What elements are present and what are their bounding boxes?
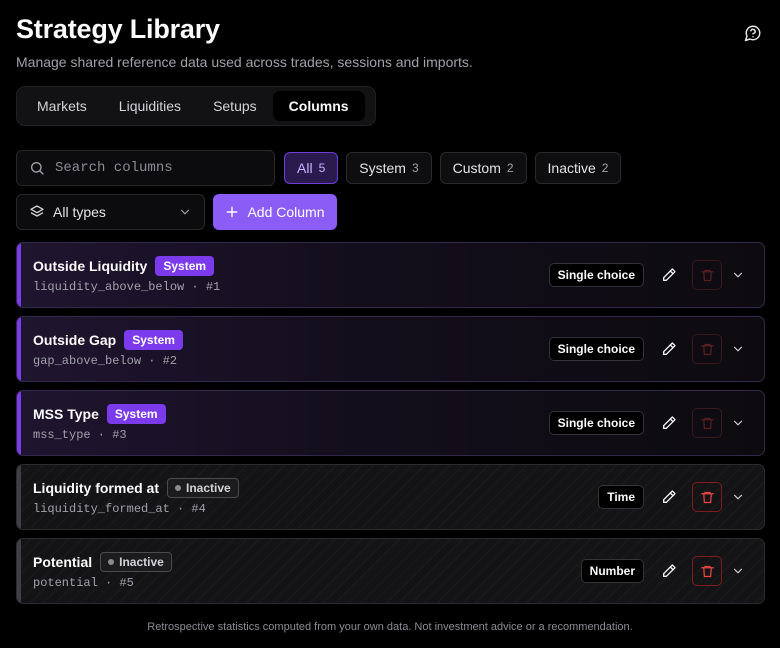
inactive-badge-label: Inactive <box>186 481 231 495</box>
pencil-icon <box>663 490 676 503</box>
tab-markets[interactable]: Markets <box>21 91 103 121</box>
column-row[interactable]: MSS Type System mss_type · #3 Single cho… <box>16 390 765 456</box>
column-type-pill: Single choice <box>548 263 644 287</box>
column-key: potential · #5 <box>33 576 134 590</box>
page-header: Strategy Library Manage shared reference… <box>16 14 764 70</box>
chevron-down-icon <box>733 346 743 352</box>
edit-button[interactable] <box>654 556 684 586</box>
edit-button[interactable] <box>654 408 684 438</box>
trash-icon <box>700 491 714 503</box>
trash-icon <box>700 269 714 281</box>
chevron-down-icon <box>733 494 743 500</box>
filter-label: System <box>359 160 406 176</box>
column-name: MSS Type <box>33 406 99 422</box>
row-accent <box>17 465 21 529</box>
column-row[interactable]: Potential Inactive potential · #5 Number <box>16 538 765 604</box>
row-accent <box>17 243 21 307</box>
tab-columns[interactable]: Columns <box>272 91 365 121</box>
column-key: gap_above_below · #2 <box>33 354 178 368</box>
inactive-badge: Inactive <box>167 478 239 498</box>
status-dot-icon <box>108 559 115 565</box>
column-type-pill: Single choice <box>548 337 644 361</box>
expand-button[interactable] <box>726 408 750 438</box>
edit-button[interactable] <box>654 482 684 512</box>
chevron-down-icon <box>733 272 743 278</box>
column-name: Outside Liquidity <box>33 258 148 274</box>
help-chat-icon <box>744 25 761 42</box>
expand-button[interactable] <box>726 482 750 512</box>
column-type-pill: Time <box>598 485 644 509</box>
delete-button[interactable] <box>692 260 722 290</box>
add-column-button[interactable]: Add Column <box>213 194 337 230</box>
pencil-icon <box>663 564 676 577</box>
system-badge: System <box>106 404 166 424</box>
column-type-pill: Single choice <box>548 411 644 435</box>
chevron-down-icon <box>178 205 192 219</box>
layers-icon <box>30 205 44 217</box>
disclaimer-footer: Retrospective statistics computed from y… <box>147 621 633 633</box>
search-icon <box>31 162 44 175</box>
expand-button[interactable] <box>726 260 750 290</box>
type-select-value: All types <box>53 204 106 220</box>
column-type-pill: Number <box>580 559 644 583</box>
column-name: Liquidity formed at <box>33 480 159 496</box>
expand-button[interactable] <box>726 334 750 364</box>
edit-button[interactable] <box>654 260 684 290</box>
column-key: liquidity_above_below · #1 <box>33 280 221 294</box>
row-accent <box>17 391 21 455</box>
row-accent <box>17 539 21 603</box>
column-key: mss_type · #3 <box>33 428 127 442</box>
columns-list: Outside Liquidity System liquidity_above… <box>16 242 765 612</box>
delete-button[interactable] <box>692 556 722 586</box>
expand-button[interactable] <box>726 556 750 586</box>
type-select[interactable]: All types <box>16 194 205 230</box>
chevron-down-icon <box>733 420 743 426</box>
search-input[interactable] <box>55 160 265 176</box>
library-tabs: Markets Liquidities Setups Columns <box>16 86 376 126</box>
tab-liquidities[interactable]: Liquidities <box>103 91 197 121</box>
search-box <box>16 150 275 186</box>
row-accent <box>17 317 21 381</box>
delete-button[interactable] <box>692 408 722 438</box>
delete-button[interactable] <box>692 334 722 364</box>
column-name: Potential <box>33 554 93 570</box>
trash-icon <box>700 565 714 577</box>
delete-button[interactable] <box>692 482 722 512</box>
pencil-icon <box>663 342 676 355</box>
column-key: liquidity_formed_at · #4 <box>33 502 206 516</box>
filter-count: 5 <box>318 161 326 175</box>
pencil-icon <box>663 416 676 429</box>
edit-button[interactable] <box>654 334 684 364</box>
inactive-badge: Inactive <box>100 552 172 572</box>
trash-icon <box>700 343 714 355</box>
help-button[interactable] <box>742 22 764 44</box>
filter-count: 2 <box>601 161 609 175</box>
system-badge: System <box>124 330 183 350</box>
system-badge: System <box>155 256 215 276</box>
column-name: Outside Gap <box>33 332 117 348</box>
filter-count: 3 <box>411 161 419 175</box>
filter-label: Inactive <box>547 160 596 176</box>
inactive-badge-label: Inactive <box>119 555 164 569</box>
plus-icon <box>227 206 238 218</box>
column-row[interactable]: Outside Liquidity System liquidity_above… <box>16 242 765 308</box>
filter-all[interactable]: All 5 <box>284 152 339 184</box>
trash-icon <box>700 417 714 429</box>
tab-setups[interactable]: Setups <box>197 91 273 121</box>
page-title: Strategy Library <box>16 14 220 44</box>
column-row[interactable]: Liquidity formed at Inactive liquidity_f… <box>16 464 765 530</box>
chevron-down-icon <box>733 568 743 574</box>
filter-inactive[interactable]: Inactive 2 <box>534 152 622 184</box>
filter-chips: All 5 System 3 Custom 2 Inactive 2 <box>284 152 622 184</box>
filter-count: 2 <box>506 161 514 175</box>
column-row[interactable]: Outside Gap System gap_above_below · #2 … <box>16 316 765 382</box>
filter-label: All <box>297 160 313 176</box>
page-subtitle: Manage shared reference data used across… <box>16 54 473 70</box>
filter-system[interactable]: System 3 <box>346 152 432 184</box>
status-dot-icon <box>175 485 181 491</box>
filter-custom[interactable]: Custom 2 <box>439 152 527 184</box>
add-column-label: Add Column <box>247 204 325 220</box>
filter-label: Custom <box>452 160 501 176</box>
pencil-icon <box>663 268 676 281</box>
